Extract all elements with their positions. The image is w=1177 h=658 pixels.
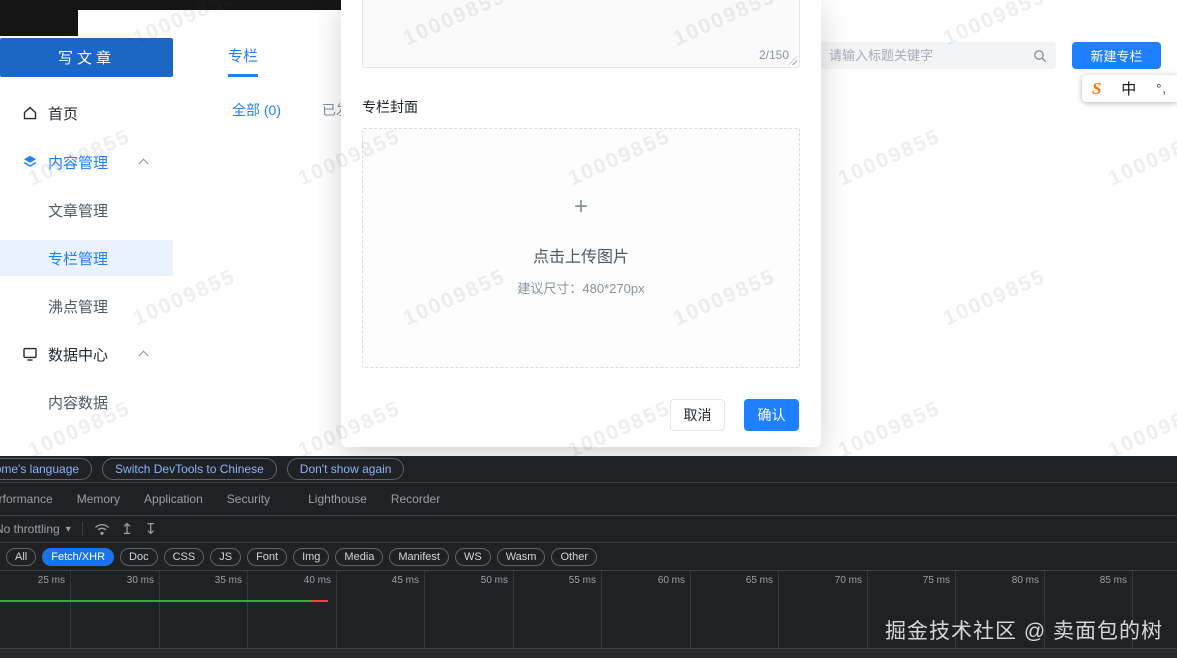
cover-upload-area[interactable]: + 点击上传图片 建议尺寸：480*270px bbox=[362, 128, 800, 368]
resize-handle-icon[interactable] bbox=[788, 56, 797, 65]
timeline-tick: 45 ms bbox=[365, 571, 425, 648]
sidebar-item-label: 内容数据 bbox=[48, 392, 108, 413]
sidebar-item-column-management[interactable]: 专栏管理 bbox=[0, 240, 173, 276]
upload-title: 点击上传图片 bbox=[363, 243, 799, 267]
page: 写文章 首页 内容管理 文章管理 专栏管理 沸点管理 bbox=[0, 0, 1177, 658]
tab-application[interactable]: Application bbox=[144, 492, 203, 506]
sidebar-item-label: 文章管理 bbox=[48, 200, 108, 221]
sidebar-item-pin-management[interactable]: 沸点管理 bbox=[0, 288, 173, 324]
sidebar-item-article-management[interactable]: 文章管理 bbox=[0, 192, 173, 228]
timeline-tick: 40 ms bbox=[277, 571, 337, 648]
watermark: 10009855 bbox=[1105, 397, 1177, 456]
watermark: 10009855 bbox=[940, 265, 1050, 331]
timeline-tick: 50 ms bbox=[454, 571, 514, 648]
char-count: 2/150 bbox=[759, 48, 789, 62]
filter-chip-other[interactable]: Other bbox=[551, 548, 597, 566]
filter-chip-wasm[interactable]: Wasm bbox=[497, 548, 546, 566]
chevron-down-icon: ▾ bbox=[66, 524, 71, 535]
ime-language-indicator[interactable]: 中 bbox=[1121, 78, 1136, 99]
filter-chip-ws[interactable]: WS bbox=[455, 548, 491, 566]
sidebar-item-label: 数据中心 bbox=[48, 344, 108, 365]
export-har-icon[interactable]: ↧ bbox=[144, 522, 157, 537]
chevron-up-icon bbox=[139, 351, 149, 361]
search-box bbox=[820, 42, 1056, 69]
window-chrome-corner bbox=[0, 0, 78, 36]
dont-show-again-button[interactable]: Don't show again bbox=[287, 458, 405, 480]
search-input[interactable] bbox=[829, 48, 1033, 63]
write-article-button[interactable]: 写文章 bbox=[0, 38, 173, 77]
tab-column[interactable]: 专栏 bbox=[228, 45, 258, 77]
create-column-modal: 2/150 专栏封面 + 点击上传图片 建议尺寸：480*270px 取消 确认 bbox=[341, 0, 821, 447]
filter-chip-fetch-xhr[interactable]: Fetch/XHR bbox=[42, 548, 114, 566]
toolbar-divider bbox=[82, 522, 83, 536]
timeline-tick: 65 ms bbox=[719, 571, 779, 648]
request-timeline-bar-error bbox=[311, 600, 328, 602]
cancel-button[interactable]: 取消 bbox=[670, 399, 725, 431]
tab-memory[interactable]: Memory bbox=[77, 492, 120, 506]
switch-devtools-language-button[interactable]: Switch DevTools to Chinese bbox=[102, 458, 277, 480]
sidebar: 写文章 首页 内容管理 文章管理 专栏管理 沸点管理 bbox=[0, 10, 173, 456]
import-har-icon[interactable]: ↥ bbox=[121, 522, 134, 537]
layers-icon bbox=[22, 154, 40, 170]
new-column-button[interactable]: 新建专栏 bbox=[1072, 42, 1161, 69]
sidebar-item-label: 沸点管理 bbox=[48, 296, 108, 317]
match-language-button[interactable]: Always match Chrome's language bbox=[0, 458, 92, 480]
ime-punctuation-indicator[interactable]: °, bbox=[1156, 81, 1167, 96]
column-description-textarea[interactable]: 2/150 bbox=[362, 0, 800, 68]
confirm-button[interactable]: 确认 bbox=[744, 399, 799, 431]
network-overview[interactable]: 25 ms 30 ms 35 ms 40 ms 45 ms 50 ms 55 m… bbox=[0, 571, 1177, 648]
timeline-tick: 55 ms bbox=[542, 571, 602, 648]
network-filter-bar: All Fetch/XHR Doc CSS JS Font Img Media … bbox=[0, 543, 1177, 571]
upload-hint: 建议尺寸：480*270px bbox=[363, 278, 799, 297]
monitor-icon bbox=[22, 346, 40, 362]
tab-recorder[interactable]: Recorder bbox=[391, 492, 440, 506]
filter-chip-media[interactable]: Media bbox=[335, 548, 383, 566]
throttling-label: No throttling bbox=[0, 522, 60, 536]
cover-label: 专栏封面 bbox=[362, 97, 418, 117]
tab-security[interactable]: Security bbox=[227, 492, 270, 506]
timeline-tick: 60 ms bbox=[631, 571, 691, 648]
filter-chip-js[interactable]: JS bbox=[210, 548, 241, 566]
sidebar-item-home[interactable]: 首页 bbox=[0, 95, 173, 131]
devtools-tab-bar: Performance Memory Application Security … bbox=[0, 483, 1177, 516]
devtools-panel: Always match Chrome's language Switch De… bbox=[0, 456, 1177, 658]
tab-lighthouse[interactable]: Lighthouse bbox=[308, 492, 367, 506]
throttling-select[interactable]: No throttling ▾ bbox=[0, 522, 71, 536]
sidebar-item-data-center[interactable]: 数据中心 bbox=[0, 336, 173, 372]
chevron-up-icon bbox=[139, 159, 149, 169]
sidebar-item-label: 内容管理 bbox=[48, 152, 108, 173]
sogou-logo-icon[interactable]: S bbox=[1092, 79, 1101, 99]
devtools-status-bar bbox=[0, 648, 1177, 658]
watermark: 10009855 bbox=[1105, 125, 1177, 191]
timeline-tick: 70 ms bbox=[808, 571, 868, 648]
watermark: 10009855 bbox=[835, 125, 945, 191]
devtools-infobar: Always match Chrome's language Switch De… bbox=[0, 456, 1177, 483]
filter-chip-img[interactable]: Img bbox=[293, 548, 329, 566]
timeline-tick: 30 ms bbox=[100, 571, 160, 648]
watermark: 10009855 bbox=[835, 397, 945, 456]
watermark-credit: 掘金技术社区 @ 卖面包的树 bbox=[885, 615, 1163, 645]
request-timeline-bar bbox=[0, 600, 311, 602]
plus-icon: + bbox=[363, 195, 799, 219]
network-toolbar: No throttling ▾ ↥ ↧ bbox=[0, 516, 1177, 543]
sidebar-item-label: 专栏管理 bbox=[48, 248, 108, 269]
home-icon bbox=[22, 105, 40, 121]
timeline-tick: 25 ms bbox=[11, 571, 71, 648]
filter-chip-all[interactable]: All bbox=[6, 548, 36, 566]
tab-performance[interactable]: Performance bbox=[0, 492, 53, 506]
search-icon[interactable] bbox=[1033, 49, 1047, 63]
filter-all[interactable]: 全部 (0) bbox=[232, 100, 281, 120]
timeline-tick: 35 ms bbox=[188, 571, 248, 648]
sidebar-item-content-management[interactable]: 内容管理 bbox=[0, 144, 173, 180]
filter-chip-manifest[interactable]: Manifest bbox=[389, 548, 449, 566]
filter-chip-doc[interactable]: Doc bbox=[120, 548, 158, 566]
sidebar-item-label: 首页 bbox=[48, 103, 78, 124]
filter-chip-font[interactable]: Font bbox=[247, 548, 287, 566]
filter-chip-css[interactable]: CSS bbox=[164, 548, 205, 566]
ime-toolbar[interactable]: S 中 °, bbox=[1082, 75, 1177, 102]
sidebar-item-content-data[interactable]: 内容数据 bbox=[0, 384, 173, 420]
network-conditions-icon[interactable] bbox=[94, 523, 110, 536]
